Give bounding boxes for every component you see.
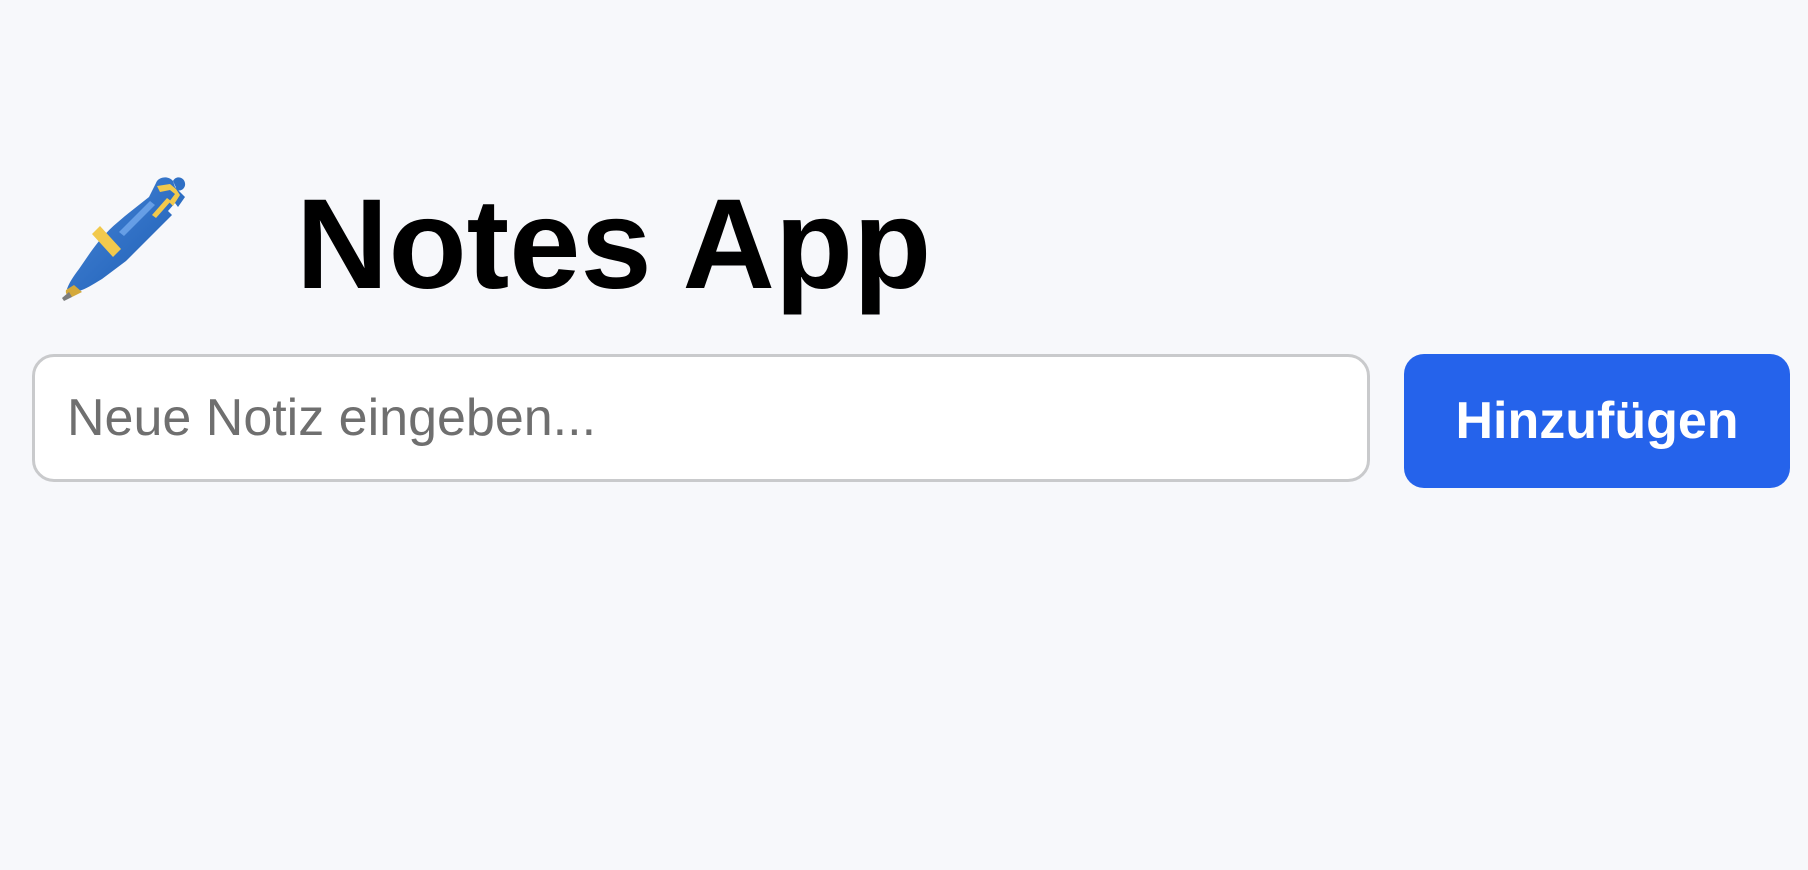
add-note-button[interactable]: Hinzufügen [1404, 354, 1790, 488]
page-title: Notes App [296, 173, 932, 316]
note-input[interactable] [32, 354, 1370, 482]
notes-app: Notes App Hinzufügen [0, 0, 1808, 870]
app-header: Notes App [52, 168, 931, 318]
new-note-form: Hinzufügen [32, 354, 1790, 488]
pen-icon [62, 177, 186, 301]
